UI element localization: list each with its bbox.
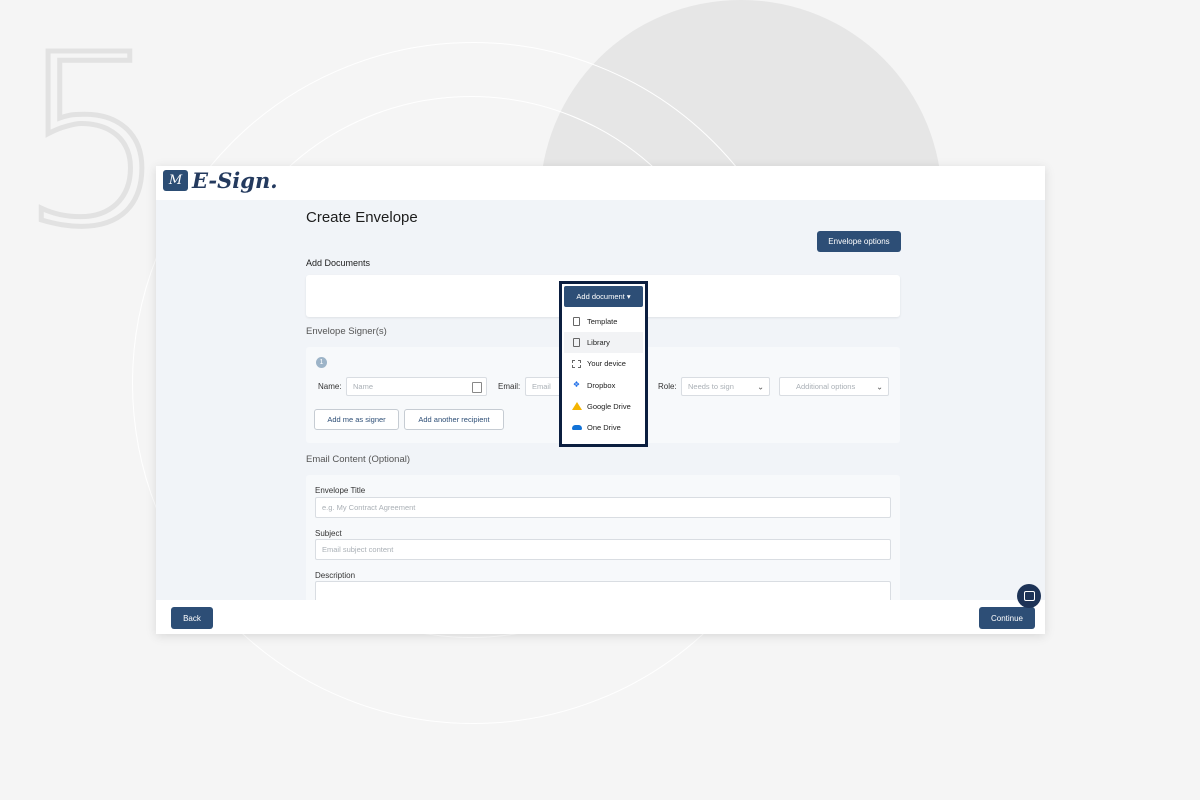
additional-options-select[interactable]: Additional options ⌄: [779, 377, 889, 396]
menu-item-label: Library: [587, 338, 610, 348]
envelope-title-label: Envelope Title: [315, 486, 366, 495]
email-label: Email:: [498, 382, 521, 391]
email-content-label: Email Content (Optional): [306, 454, 411, 465]
device-icon: [572, 359, 581, 368]
app-header: M E-Sign.: [156, 166, 1045, 200]
add-document-menu: Template Library Your device ❖ Dropbox G…: [564, 311, 643, 438]
description-label: Description: [315, 571, 356, 580]
menu-item-label: Dropbox: [587, 380, 616, 390]
additional-options-label: Additional options: [796, 382, 856, 391]
menu-item-label: Google Drive: [587, 401, 631, 411]
back-button[interactable]: Back: [171, 607, 213, 629]
chat-button[interactable]: [1017, 584, 1041, 608]
subject-label: Subject: [315, 529, 342, 538]
logo: M E-Sign.: [163, 168, 278, 193]
envelope-options-button[interactable]: Envelope options: [817, 231, 901, 252]
envelope-title-placeholder: e.g. My Contract Agreement: [322, 503, 416, 512]
email-panel: Envelope Title e.g. My Contract Agreemen…: [306, 475, 900, 611]
menu-item-label: One Drive: [587, 423, 621, 433]
chat-icon: [1023, 591, 1035, 601]
role-label: Role:: [658, 382, 677, 391]
menu-item-dropbox[interactable]: ❖ Dropbox: [564, 375, 643, 396]
add-me-as-signer-button[interactable]: Add me as signer: [314, 409, 399, 430]
name-input[interactable]: Name: [346, 377, 487, 396]
logo-text: E-Sign.: [192, 168, 278, 193]
role-select[interactable]: Needs to sign ⌄: [681, 377, 770, 396]
name-label: Name:: [318, 382, 342, 391]
menu-item-onedrive[interactable]: One Drive: [564, 417, 643, 438]
add-document-dropdown: Add document ▾ Template Library Your dev…: [559, 281, 648, 447]
signers-section-label: Envelope Signer(s): [306, 326, 387, 337]
template-icon: [573, 317, 580, 327]
envelope-title-input[interactable]: e.g. My Contract Agreement: [315, 497, 891, 518]
add-documents-label: Add Documents: [306, 258, 371, 268]
email-placeholder: Email: [532, 382, 551, 391]
onedrive-icon: [572, 425, 582, 431]
signer-number-badge: 1: [316, 357, 327, 368]
google-drive-icon: [572, 402, 582, 411]
library-icon: [573, 338, 580, 348]
menu-item-label: Template: [587, 317, 618, 327]
page-title: Create Envelope: [306, 209, 418, 226]
menu-item-google-drive[interactable]: Google Drive: [564, 396, 643, 417]
step-number: 5: [15, 4, 170, 279]
contacts-icon[interactable]: [472, 382, 482, 393]
name-placeholder: Name: [353, 382, 374, 391]
add-document-button[interactable]: Add document ▾: [564, 286, 643, 307]
continue-button[interactable]: Continue: [979, 607, 1035, 629]
subject-placeholder: Email subject content: [322, 545, 394, 554]
role-value: Needs to sign: [688, 382, 734, 391]
menu-item-library[interactable]: Library: [564, 332, 643, 354]
footer-bar: [156, 600, 1045, 634]
logo-mark-icon: M: [163, 170, 188, 191]
subject-input[interactable]: Email subject content: [315, 539, 891, 560]
chevron-down-icon: ⌄: [876, 382, 883, 391]
add-another-recipient-button[interactable]: Add another recipient: [404, 409, 504, 430]
menu-item-label: Your device: [587, 359, 626, 369]
menu-item-your-device[interactable]: Your device: [564, 353, 643, 374]
dropbox-icon: ❖: [572, 380, 581, 390]
menu-item-template[interactable]: Template: [564, 311, 643, 332]
chevron-down-icon: ⌄: [757, 382, 764, 391]
